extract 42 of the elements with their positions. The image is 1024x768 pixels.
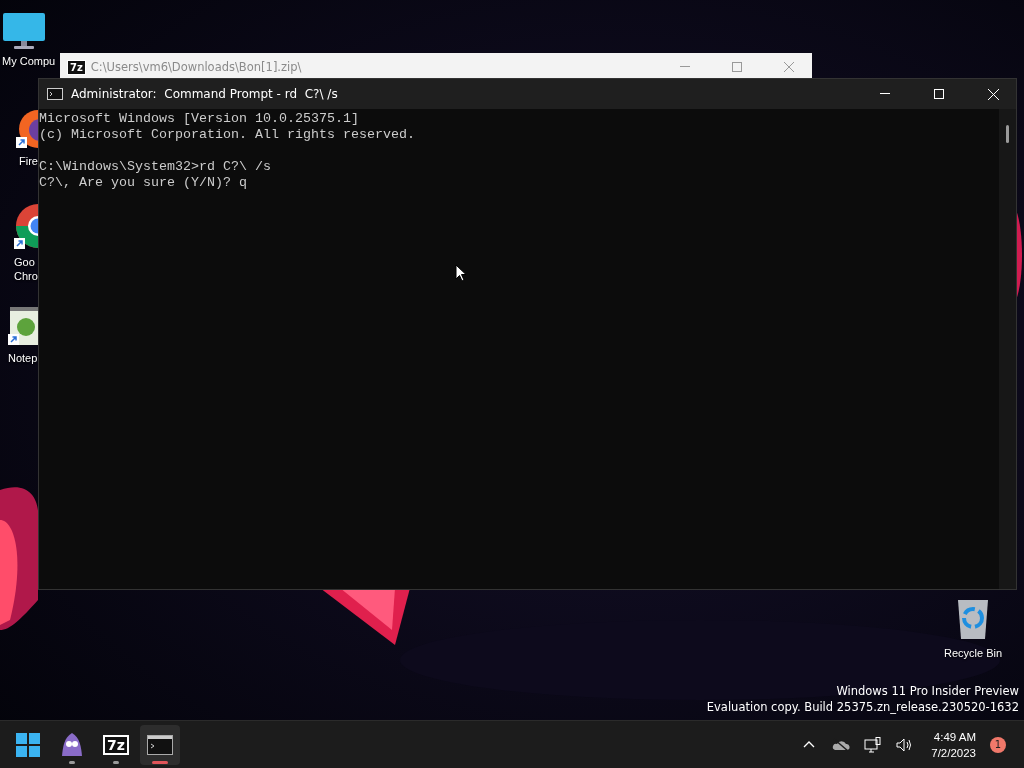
icon-label[interactable]: Notep [8, 351, 38, 365]
close-icon [987, 88, 999, 100]
maximize-icon [934, 89, 944, 99]
minimize-icon [880, 93, 890, 95]
notepad-icon [8, 305, 38, 345]
taskbar-app-button[interactable] [140, 724, 180, 765]
notification-badge[interactable]: 1 [990, 736, 1006, 753]
app-logo: 7z [68, 60, 85, 74]
shortcut-arrow-icon [14, 238, 25, 249]
clock[interactable]: 4:49 AM 7/2/2023 [925, 729, 982, 760]
icon-label[interactable]: Recycle Bin [944, 646, 1003, 660]
running-indicator [152, 760, 168, 764]
windows-logo-icon [16, 732, 40, 757]
taskbar-app-button[interactable]: 7z [96, 724, 136, 765]
console-line: C?\, Are you sure (Y/N)? q [39, 175, 247, 191]
icon-label[interactable]: My Compu [2, 54, 56, 68]
console-icon [47, 88, 63, 100]
scroll-thumb[interactable] [1006, 125, 1009, 143]
icon-label[interactable]: Chro [14, 269, 38, 283]
running-indicator [69, 760, 75, 764]
window-title: Administrator: Command Prompt - rd C?\ /s [71, 87, 339, 101]
chevron-up-icon [803, 741, 816, 748]
cursor-icon [455, 264, 467, 282]
shortcut-arrow-icon [16, 137, 27, 148]
console-line: Microsoft Windows [Version 10.0.25375.1] [39, 111, 359, 127]
window-title: C:\Users\vm6\Downloads\Bon[1].zip\ [90, 60, 303, 74]
mascot-icon [60, 731, 84, 758]
shortcut-arrow-icon [8, 334, 19, 345]
network-icon [864, 736, 883, 753]
monitor-icon [2, 12, 46, 50]
terminal-icon [147, 734, 173, 755]
close-icon [784, 62, 794, 72]
maximize-icon [732, 62, 742, 72]
icon-label[interactable]: Goo [14, 255, 35, 269]
console-line: C:\Windows\System32>rd C?\ /s [39, 159, 271, 175]
build-info-text: Evaluation copy. Build 25375.zn_release.230520-1632 [706, 699, 1019, 715]
sevenzip-logo: 7z [105, 736, 127, 753]
running-indicator [113, 760, 119, 764]
build-info-text: Windows 11 Pro Insider Preview [836, 683, 1019, 699]
console-line: (c) Microsoft Corporation. All rights reserved. [39, 127, 415, 143]
minimize-icon [680, 66, 690, 68]
icon-label[interactable]: Fire [19, 154, 38, 168]
